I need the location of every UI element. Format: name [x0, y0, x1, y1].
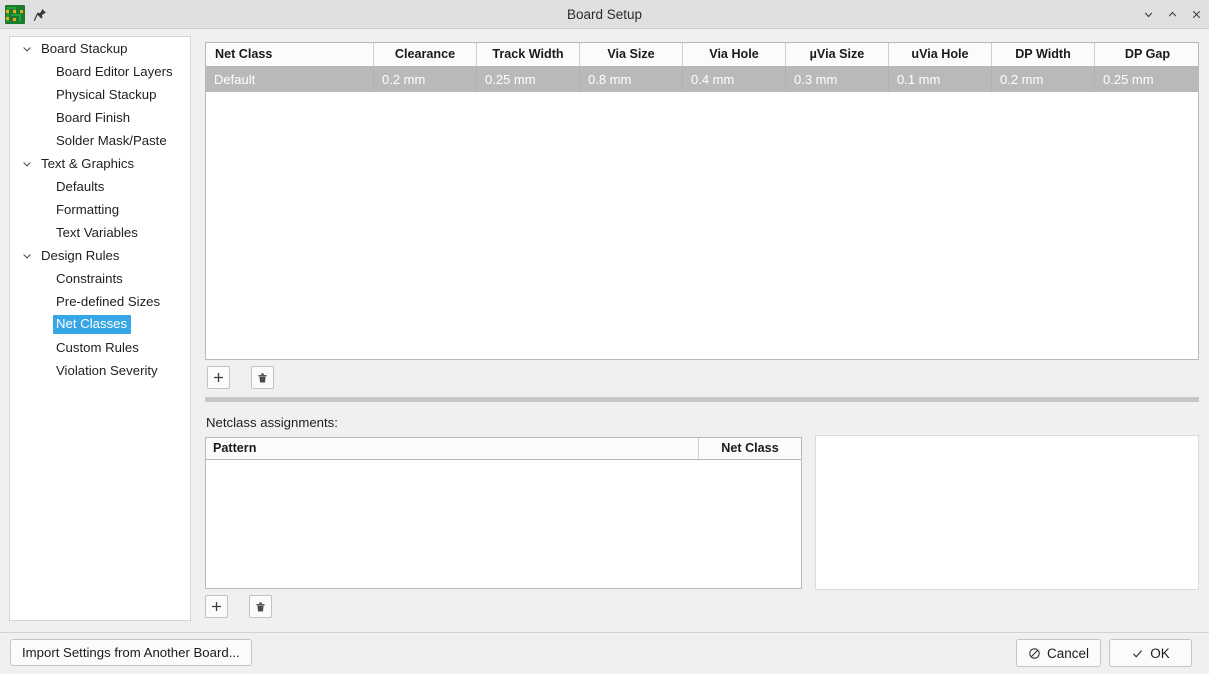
- chevron-down-icon[interactable]: [19, 244, 35, 267]
- sidebar-item-pre-defined-sizes[interactable]: Pre-defined Sizes: [10, 290, 190, 313]
- column-header[interactable]: uVia Hole: [889, 43, 992, 66]
- sidebar-item-violation-severity[interactable]: Violation Severity: [10, 359, 190, 382]
- sidebar-item-label: Physical Stackup: [56, 87, 157, 102]
- sidebar-item-label: Board Editor Layers: [56, 64, 173, 79]
- table-cell[interactable]: 0.3 mm: [786, 67, 889, 92]
- sidebar-item-label: Defaults: [56, 179, 105, 194]
- sidebar-item-board-editor-layers[interactable]: Board Editor Layers: [10, 60, 190, 83]
- minimize-button[interactable]: [1137, 4, 1159, 25]
- table-cell[interactable]: 0.25 mm: [1095, 67, 1198, 92]
- import-settings-button[interactable]: Import Settings from Another Board...: [10, 639, 252, 666]
- column-header[interactable]: Net Class: [206, 43, 374, 66]
- sidebar-item-board-finish[interactable]: Board Finish: [10, 106, 190, 129]
- table-cell[interactable]: 0.2 mm: [374, 67, 477, 92]
- netclass-assignments-label: Netclass assignments:: [206, 415, 338, 430]
- sidebar-item-label: Text & Graphics: [41, 156, 135, 171]
- sidebar-item-solder-mask-paste[interactable]: Solder Mask/Paste: [10, 129, 190, 152]
- sidebar-item-label: Violation Severity: [56, 363, 158, 378]
- sidebar-item-label: Design Rules: [41, 248, 120, 263]
- assignments-grid-header: Pattern Net Class: [206, 438, 801, 460]
- sidebar-item-label: Board Stackup: [41, 41, 128, 56]
- column-header[interactable]: Net Class: [699, 438, 801, 459]
- netclass-grid-body[interactable]: Default 0.2 mm 0.25 mm 0.8 mm 0.4 mm 0.3 mm 0.…: [206, 67, 1198, 92]
- netclass-grid-header: Net Class Clearance Track Width Via Size Via…: [206, 43, 1198, 67]
- sidebar-item-text-graphics[interactable]: Text & Graphics: [10, 152, 190, 175]
- netclass-assignments-grid[interactable]: Pattern Net Class: [205, 437, 802, 589]
- close-button[interactable]: [1185, 4, 1207, 25]
- cancel-label: Cancel: [1046, 645, 1090, 661]
- table-cell[interactable]: 0.25 mm: [477, 67, 580, 92]
- no-entry-icon: [1028, 647, 1041, 660]
- title-bar: Board Setup: [0, 0, 1209, 29]
- table-cell[interactable]: 0.4 mm: [683, 67, 786, 92]
- table-cell[interactable]: 0.8 mm: [580, 67, 683, 92]
- column-header[interactable]: Via Hole: [683, 43, 786, 66]
- sidebar-item-text-variables[interactable]: Text Variables: [10, 221, 190, 244]
- sidebar-item-label: Formatting: [56, 202, 120, 217]
- column-header[interactable]: DP Width: [992, 43, 1095, 66]
- delete-netclass-button[interactable]: [251, 366, 274, 389]
- chevron-down-icon[interactable]: [19, 37, 35, 60]
- window-title: Board Setup: [566, 7, 643, 22]
- sidebar-item-board-stackup[interactable]: Board Stackup: [10, 37, 190, 60]
- panel-splitter[interactable]: [205, 397, 1199, 402]
- netclass-grid[interactable]: Net Class Clearance Track Width Via Size Via…: [205, 42, 1199, 360]
- sidebar-item-constraints[interactable]: Constraints: [10, 267, 190, 290]
- add-netclass-button[interactable]: [207, 366, 230, 389]
- add-assignment-button[interactable]: [205, 595, 228, 618]
- sidebar-item-design-rules[interactable]: Design Rules: [10, 244, 190, 267]
- sidebar-item-label: Custom Rules: [56, 340, 139, 355]
- sidebar-item-label: Net Classes: [53, 315, 132, 334]
- sidebar-item-label: Solder Mask/Paste: [56, 133, 167, 148]
- ok-label: OK: [1150, 645, 1170, 661]
- sidebar-item-net-classes[interactable]: Net Classes: [10, 313, 190, 336]
- column-header[interactable]: Clearance: [374, 43, 477, 66]
- ok-button[interactable]: OK: [1109, 639, 1192, 667]
- table-cell[interactable]: 0.1 mm: [889, 67, 992, 92]
- table-cell[interactable]: 0.2 mm: [992, 67, 1095, 92]
- sidebar-item-defaults[interactable]: Defaults: [10, 175, 190, 198]
- column-header[interactable]: Pattern: [206, 438, 699, 459]
- check-icon: [1131, 647, 1144, 660]
- trash-icon: [256, 601, 265, 612]
- sidebar-item-physical-stackup[interactable]: Physical Stackup: [10, 83, 190, 106]
- sidebar-item-label: Constraints: [56, 271, 123, 286]
- column-header[interactable]: DP Gap: [1095, 43, 1198, 66]
- sidebar-item-custom-rules[interactable]: Custom Rules: [10, 336, 190, 359]
- sidebar-item-label: Pre-defined Sizes: [56, 294, 161, 309]
- assignments-preview-panel: [815, 435, 1199, 590]
- cancel-button[interactable]: Cancel: [1016, 639, 1101, 667]
- chevron-down-icon[interactable]: [19, 152, 35, 175]
- plus-icon: [214, 373, 223, 382]
- delete-assignment-button[interactable]: [249, 595, 272, 618]
- column-header[interactable]: µVia Size: [786, 43, 889, 66]
- table-row[interactable]: Default 0.2 mm 0.25 mm 0.8 mm 0.4 mm 0.3 mm 0.…: [206, 67, 1198, 92]
- trash-icon: [258, 372, 267, 383]
- table-cell[interactable]: Default: [206, 67, 374, 92]
- column-header[interactable]: Track Width: [477, 43, 580, 66]
- sidebar-item-label: Text Variables: [56, 225, 138, 240]
- sidebar-item-formatting[interactable]: Formatting: [10, 198, 190, 221]
- column-header[interactable]: Via Size: [580, 43, 683, 66]
- maximize-button[interactable]: [1161, 4, 1183, 25]
- settings-tree[interactable]: Board Stackup Board Editor Layers Physical…: [9, 36, 191, 621]
- plus-icon: [212, 602, 221, 611]
- import-settings-label: Import Settings from Another Board...: [22, 645, 240, 660]
- sidebar-item-label: Board Finish: [56, 110, 131, 125]
